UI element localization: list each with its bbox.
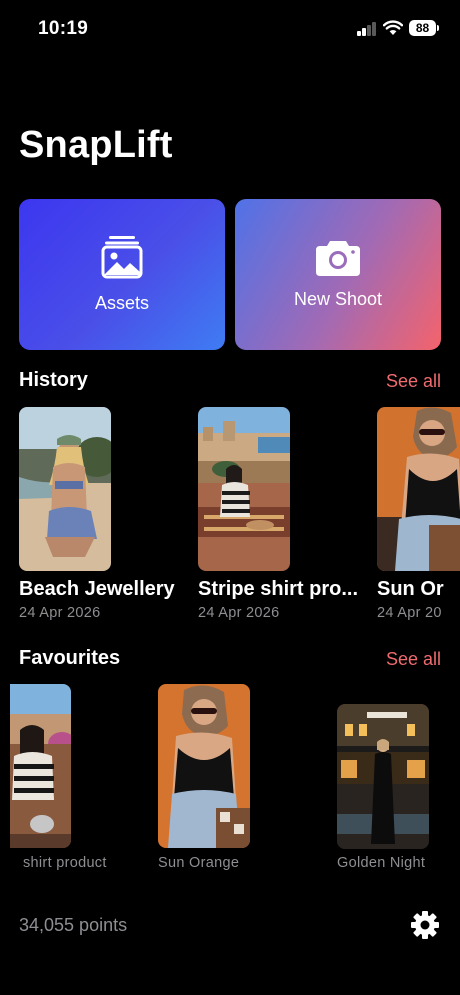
status-time: 10:19	[38, 18, 89, 39]
battery-cap	[437, 25, 439, 31]
history-item-title: Stripe shirt pro...	[198, 578, 359, 600]
history-item-date: 24 Apr 2026	[198, 605, 280, 621]
battery-indicator: 88	[409, 20, 436, 36]
app-title: SnapLift	[19, 124, 173, 166]
status-bar: 10:19 88	[0, 0, 460, 56]
cellular-signal-icon	[357, 22, 377, 36]
favourite-item-caption: Sun Orange	[158, 855, 240, 871]
new-shoot-button[interactable]: New Shoot	[235, 199, 441, 350]
new-shoot-label: New Shoot	[293, 289, 383, 309]
history-thumbnail-image	[19, 407, 111, 571]
favourites-see-all-link[interactable]: See all	[386, 649, 441, 670]
favourite-item-golden-night[interactable]	[337, 704, 429, 849]
history-heading: History	[19, 369, 88, 391]
favourite-item-sun-orange[interactable]	[158, 684, 250, 848]
history-item-title: Beach Jewellery	[19, 578, 175, 600]
history-item-title: Sun Or	[377, 578, 444, 600]
history-item-stripe-shirt[interactable]	[198, 407, 290, 571]
favourite-thumbnail-image	[337, 704, 429, 849]
gear-icon[interactable]	[410, 910, 440, 940]
history-item-date: 24 Apr 20	[377, 605, 442, 621]
history-thumbnail-image	[377, 407, 460, 571]
favourites-heading: Favourites	[19, 647, 121, 669]
wifi-icon	[383, 20, 403, 35]
favourite-item-stripe-shirt[interactable]	[10, 684, 71, 848]
assets-label: Assets	[94, 293, 150, 313]
assets-button[interactable]: Assets	[19, 199, 225, 350]
history-see-all-link[interactable]: See all	[386, 371, 441, 392]
camera-icon	[316, 241, 360, 276]
history-item-date: 24 Apr 2026	[19, 605, 101, 621]
history-thumbnail-image	[198, 407, 290, 571]
favourite-item-caption: shirt product	[23, 855, 107, 871]
photo-stack-icon	[101, 236, 143, 279]
history-item-beach-jewellery[interactable]	[19, 407, 111, 571]
favourite-thumbnail-image	[10, 684, 71, 848]
favourite-thumbnail-image	[158, 684, 250, 848]
favourite-item-caption: Golden Night	[337, 855, 426, 871]
points-balance: 34,055 points	[19, 915, 128, 935]
history-item-sun-orange[interactable]	[377, 407, 460, 571]
